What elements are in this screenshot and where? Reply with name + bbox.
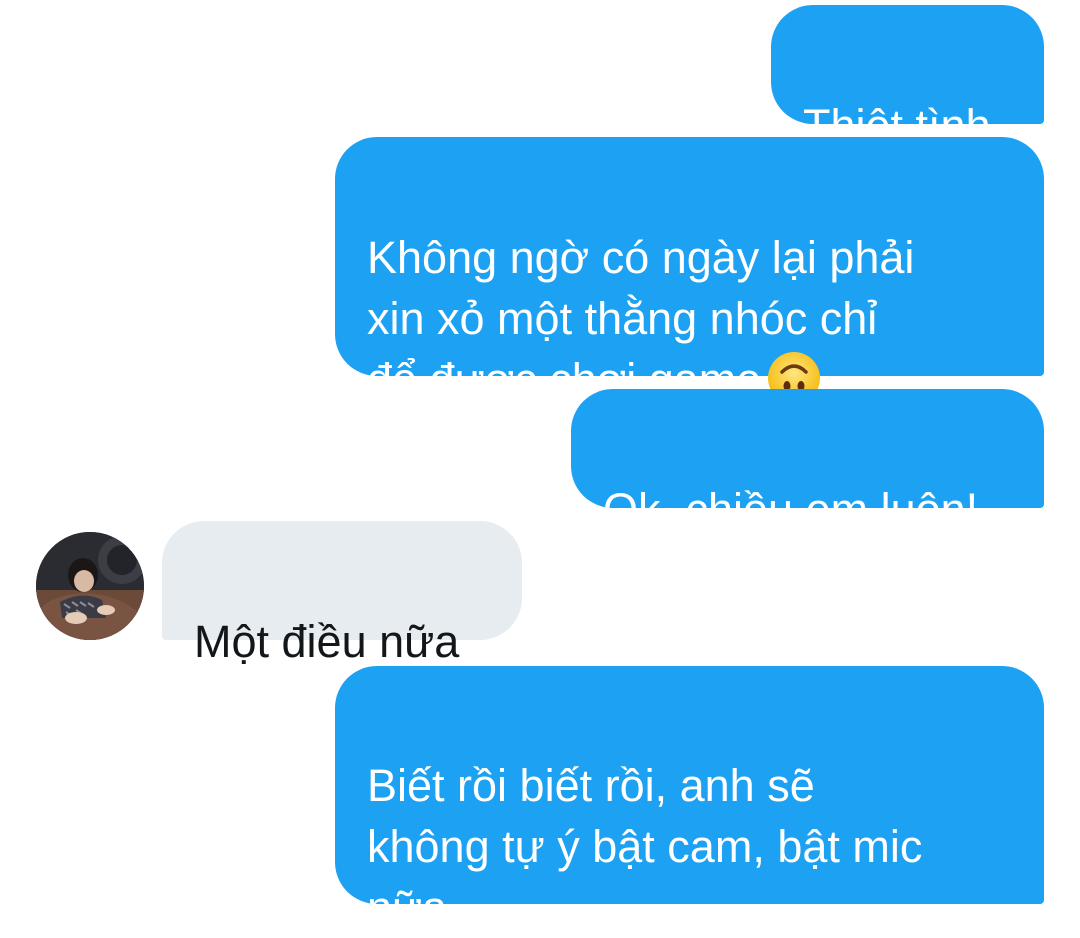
avatar-photo-icon (36, 532, 144, 640)
message-bubble-outgoing[interactable]: Biết rồi biết rồi, anh sẽ không tự ý bật… (335, 666, 1044, 933)
message-bubble-incoming[interactable]: Một điều nữa (162, 521, 522, 667)
avatar[interactable] (36, 532, 144, 640)
message-text: Không ngờ có ngày lại phải xin xỏ một th… (367, 232, 915, 405)
message-text: Biết rồi biết rồi, anh sẽ không tự ý bật… (367, 760, 923, 933)
message-text: Ok, chiều em luôn! (603, 484, 979, 535)
message-bubble-outgoing[interactable]: Thiệt tình (771, 5, 1044, 151)
message-bubble-outgoing[interactable]: Ok, chiều em luôn! (571, 389, 1044, 535)
message-text: Một điều nữa (194, 616, 460, 667)
message-bubble-outgoing[interactable]: Không ngờ có ngày lại phải xin xỏ một th… (335, 137, 1044, 405)
